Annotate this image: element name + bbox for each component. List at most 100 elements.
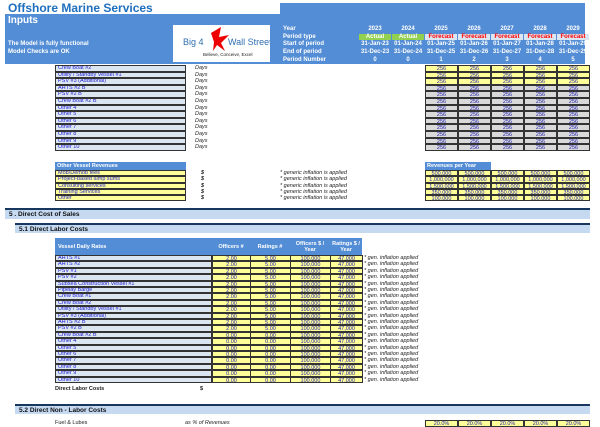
days-input-cell[interactable]: 256 xyxy=(524,91,557,98)
days-input-cell[interactable]: 256 xyxy=(524,65,557,72)
vessel-days-label[interactable]: Other 4 xyxy=(55,104,186,112)
days-input-cell[interactable]: 256 xyxy=(458,71,491,78)
days-input-cell[interactable]: 256 xyxy=(425,71,458,78)
days-input-cell[interactable]: 256 xyxy=(557,104,590,111)
revenue-input-cell[interactable]: 100,000 xyxy=(425,195,458,202)
days-input-cell[interactable]: 256 xyxy=(425,117,458,125)
days-input-cell[interactable]: 256 xyxy=(491,91,524,98)
days-input-cell[interactable]: 256 xyxy=(557,65,590,72)
days-input-cell[interactable]: 256 xyxy=(425,98,458,105)
days-input-cell[interactable]: 256 xyxy=(557,91,590,98)
labor-input-cell[interactable]: 0.00 xyxy=(212,376,251,384)
vessel-days-label[interactable]: Other 8 xyxy=(55,131,186,138)
revenue-input-cell[interactable]: 100,000 xyxy=(458,195,491,202)
labor-input-cell[interactable]: 0.00 xyxy=(250,376,291,384)
days-input-cell[interactable]: 256 xyxy=(425,65,458,72)
days-input-cell[interactable]: 256 xyxy=(557,124,590,131)
days-input-cell[interactable]: 256 xyxy=(524,124,557,131)
vessel-days-label[interactable]: Other 7 xyxy=(55,124,186,131)
days-input-cell[interactable]: 256 xyxy=(557,71,590,78)
days-input-cell[interactable]: 256 xyxy=(557,111,590,118)
inflation-note: * generic inflation is applied xyxy=(280,176,347,183)
days-input-cell[interactable]: 256 xyxy=(458,117,491,125)
days-input-cell[interactable]: 256 xyxy=(458,124,491,131)
days-input-cell[interactable]: 256 xyxy=(524,144,557,151)
days-input-cell[interactable]: 256 xyxy=(458,111,491,118)
vessel-days-label[interactable]: PSV #2 B xyxy=(55,91,186,98)
days-input-cell[interactable]: 256 xyxy=(491,117,524,125)
days-input-cell[interactable]: 256 xyxy=(425,124,458,131)
days-input-cell[interactable]: 256 xyxy=(524,137,557,144)
days-input-cell[interactable]: 256 xyxy=(458,91,491,98)
days-input-cell[interactable]: 256 xyxy=(425,91,458,98)
labor-input-cell[interactable]: 47,000 xyxy=(330,376,363,384)
days-input-cell[interactable]: 256 xyxy=(524,104,557,111)
days-input-cell[interactable]: 256 xyxy=(557,131,590,138)
timeline-type-cell: Forecast xyxy=(557,33,589,40)
days-input-cell[interactable]: 256 xyxy=(557,137,590,144)
non-labor-input-cell[interactable]: 20.0% xyxy=(425,420,458,427)
days-input-cell[interactable]: 256 xyxy=(491,65,524,72)
days-input-cell[interactable]: 256 xyxy=(491,131,524,138)
days-input-cell[interactable]: 256 xyxy=(491,144,524,151)
days-input-cell[interactable]: 256 xyxy=(557,117,590,125)
days-input-cell[interactable]: 256 xyxy=(491,71,524,78)
days-input-cell[interactable]: 256 xyxy=(491,104,524,111)
days-input-cell[interactable]: 256 xyxy=(458,65,491,72)
days-input-cell[interactable]: 256 xyxy=(425,137,458,144)
labor-vessel-label[interactable]: Other 10 xyxy=(55,376,212,383)
days-input-cell[interactable]: 256 xyxy=(425,78,458,85)
days-input-cell[interactable]: 256 xyxy=(524,78,557,85)
days-input-cell[interactable]: 256 xyxy=(491,111,524,118)
days-input-cell[interactable]: 256 xyxy=(458,98,491,105)
days-input-cell[interactable]: 256 xyxy=(524,71,557,78)
days-input-cell[interactable]: 256 xyxy=(458,137,491,144)
days-input-cell[interactable]: 256 xyxy=(491,78,524,85)
non-labor-input-cell[interactable]: 20.0% xyxy=(458,420,491,427)
days-input-cell[interactable]: 256 xyxy=(524,98,557,105)
days-input-cell[interactable]: 256 xyxy=(557,98,590,105)
timeline-start-cell: 01-Jan-29 xyxy=(559,41,587,48)
vessel-days-label[interactable]: Other 10 xyxy=(55,144,186,151)
vessel-days-label[interactable]: AHTS #2 B xyxy=(55,84,186,92)
days-input-cell[interactable]: 256 xyxy=(491,137,524,144)
non-labor-input-cell[interactable]: 20.0% xyxy=(524,420,557,427)
other-revenue-label[interactable]: Other xyxy=(55,195,186,202)
days-input-cell[interactable]: 256 xyxy=(425,111,458,118)
days-input-cell[interactable]: 256 xyxy=(425,144,458,151)
days-input-cell[interactable]: 256 xyxy=(458,144,491,151)
days-input-cell[interactable]: 256 xyxy=(458,131,491,138)
vessel-days-label[interactable]: Crew Boat #2 B xyxy=(55,98,186,105)
days-input-cell[interactable]: 256 xyxy=(425,131,458,138)
days-input-cell[interactable]: 256 xyxy=(458,78,491,85)
non-labor-input-cell[interactable]: 20.0% xyxy=(557,420,590,427)
non-labor-input-cell[interactable]: 20.0% xyxy=(491,420,524,427)
vessel-days-label[interactable]: Other 5 xyxy=(55,111,186,118)
days-input-cell[interactable]: 256 xyxy=(557,144,590,151)
days-input-cell[interactable]: 256 xyxy=(491,98,524,105)
revenue-input-cell[interactable]: 100,000 xyxy=(557,195,590,202)
labor-header-1: Officers # xyxy=(212,238,250,255)
labor-input-cell[interactable]: 100,000 xyxy=(290,376,331,384)
vessel-days-label[interactable]: Other 6 xyxy=(55,117,186,125)
vessel-days-label[interactable]: PSV #3 (Additional) xyxy=(55,78,186,85)
days-input-cell[interactable]: 256 xyxy=(524,111,557,118)
days-input-cell[interactable]: 256 xyxy=(491,84,524,92)
days-input-cell[interactable]: 256 xyxy=(524,84,557,92)
revenue-input-cell[interactable]: 100,000 xyxy=(524,195,557,202)
timeline-type-cell: Forecast xyxy=(458,33,490,40)
days-input-cell[interactable]: 256 xyxy=(458,104,491,111)
days-input-cell[interactable]: 256 xyxy=(425,104,458,111)
inflation-note: * gen. inflation applied xyxy=(364,325,419,332)
days-input-cell[interactable]: 256 xyxy=(557,78,590,85)
revenue-input-cell[interactable]: 100,000 xyxy=(491,195,524,202)
vessel-days-label[interactable]: Other 9 xyxy=(55,137,186,145)
days-input-cell[interactable]: 256 xyxy=(524,117,557,125)
days-input-cell[interactable]: 256 xyxy=(524,131,557,138)
days-input-cell[interactable]: 256 xyxy=(458,84,491,92)
days-input-cell[interactable]: 256 xyxy=(557,84,590,92)
days-input-cell[interactable]: 256 xyxy=(425,84,458,92)
days-input-cell[interactable]: 256 xyxy=(491,124,524,131)
vessel-days-label[interactable]: Crew Boat #2 xyxy=(55,65,186,72)
vessel-days-label[interactable]: Utility / Standby Vessel #1 xyxy=(55,71,186,79)
